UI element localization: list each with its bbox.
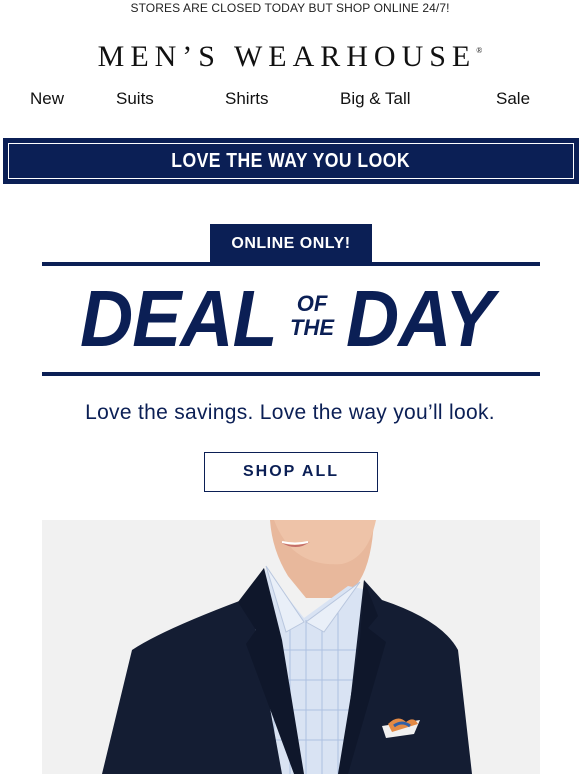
- brand-name: MEN’S WEARHOUSE: [97, 40, 477, 73]
- brand-logo[interactable]: MEN’S WEARHOUSE®: [0, 40, 580, 74]
- bottom-rule: [42, 372, 540, 376]
- nav-item-new[interactable]: New: [30, 89, 64, 109]
- top-rule: [42, 262, 540, 266]
- man-in-navy-suit-icon: [102, 520, 472, 774]
- banner-text: LOVE THE WAY YOU LOOK: [171, 149, 411, 172]
- headline-deal: DEAL: [80, 274, 278, 363]
- headline-of: OF: [296, 291, 328, 316]
- online-only-badge: ONLINE ONLY!: [210, 224, 372, 263]
- nav-item-sale[interactable]: Sale: [496, 89, 530, 109]
- nav-item-big-tall[interactable]: Big & Tall: [340, 89, 411, 109]
- shop-all-button[interactable]: SHOP ALL: [204, 452, 378, 492]
- headline-the: THE: [290, 315, 334, 340]
- registered-mark: ®: [476, 46, 483, 55]
- nav-item-suits[interactable]: Suits: [116, 89, 154, 109]
- headline-of-the: OF THE: [284, 292, 340, 340]
- nav-item-shirts[interactable]: Shirts: [225, 89, 268, 109]
- banner-frame: LOVE THE WAY YOU LOOK: [8, 143, 574, 179]
- headline-day: DAY: [346, 274, 494, 363]
- hero-image[interactable]: [42, 520, 540, 774]
- promo-tagline: Love the savings. Love the way you’ll lo…: [85, 401, 495, 424]
- top-announcement: STORES ARE CLOSED TODAY BUT SHOP ONLINE …: [130, 1, 450, 15]
- main-nav: New Suits Shirts Big & Tall Sale: [0, 89, 580, 111]
- promo-banner[interactable]: LOVE THE WAY YOU LOOK: [3, 138, 579, 184]
